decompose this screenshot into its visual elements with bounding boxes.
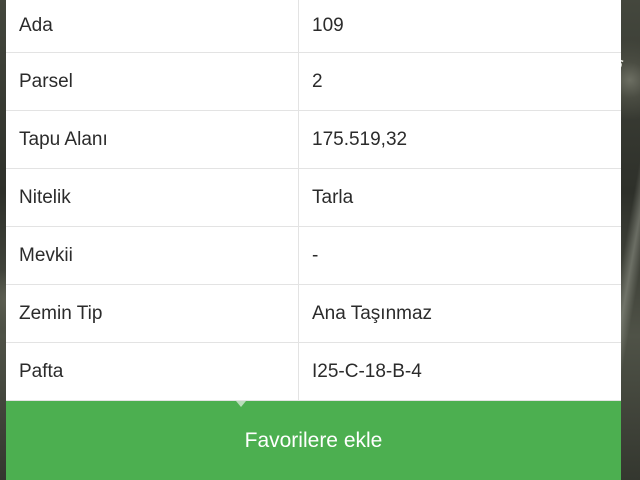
table-row: Nitelik Tarla	[6, 168, 621, 227]
row-value-pafta: I25-C-18-B-4	[298, 342, 621, 401]
parcel-info-panel: Ada 109 Parsel 2 Tapu Alanı 175.519,32 N…	[6, 0, 621, 480]
table-row: Zemin Tip Ana Taşınmaz	[6, 284, 621, 343]
row-value-nitelik: Tarla	[298, 168, 621, 227]
table-row: Tapu Alanı 175.519,32	[6, 110, 621, 169]
row-key-parsel: Parsel	[6, 52, 299, 111]
row-key-tapu-alani: Tapu Alanı	[6, 110, 299, 169]
table-row: Pafta I25-C-18-B-4	[6, 342, 621, 401]
row-key-mevkii: Mevkii	[6, 226, 299, 285]
row-value-ada: 109	[298, 0, 621, 53]
row-key-pafta: Pafta	[6, 342, 299, 401]
row-value-mevkii: -	[298, 226, 621, 285]
row-value-zemin-tip: Ana Taşınmaz	[298, 284, 621, 343]
table-row: Ada 109	[6, 0, 621, 53]
row-key-zemin-tip: Zemin Tip	[6, 284, 299, 343]
add-to-favorites-label: Favorilere ekle	[244, 428, 383, 452]
add-to-favorites-button[interactable]: Favorilere ekle	[6, 401, 621, 480]
row-key-nitelik: Nitelik	[6, 168, 299, 227]
map-road	[620, 160, 640, 420]
table-row: Parsel 2	[6, 52, 621, 111]
parcel-info-table: Ada 109 Parsel 2 Tapu Alanı 175.519,32 N…	[6, 0, 621, 401]
table-row: Mevkii -	[6, 226, 621, 285]
row-key-ada: Ada	[6, 0, 299, 53]
caret-down-icon	[236, 401, 246, 407]
row-value-parsel: 2	[298, 52, 621, 111]
row-value-tapu-alani: 175.519,32	[298, 110, 621, 169]
